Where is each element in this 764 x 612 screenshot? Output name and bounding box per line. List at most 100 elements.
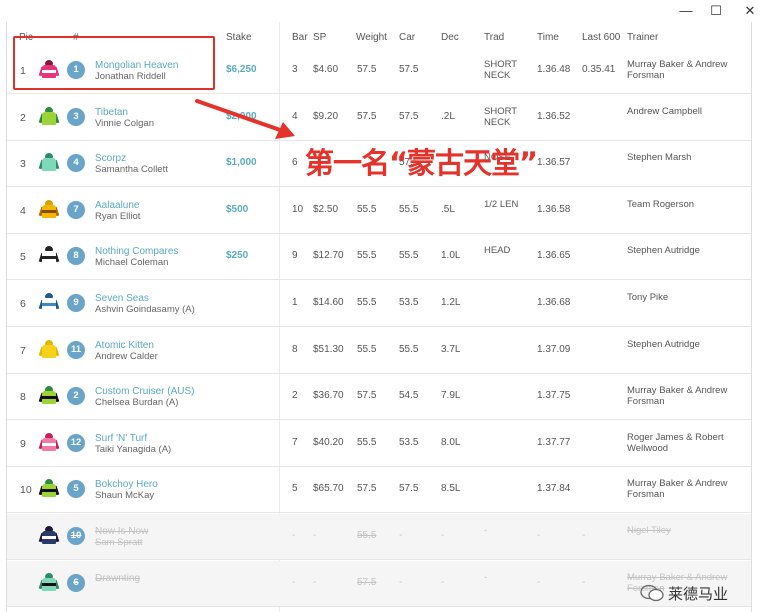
saddle-number-badge: 5 xyxy=(67,480,85,498)
trad-value: 1/2 LEN xyxy=(484,199,519,210)
jockey-name: Shaun McKay xyxy=(95,490,155,501)
jockey-name: Chelsea Burdan (A) xyxy=(95,397,179,408)
table-row[interactable]: 6 9 Seven Seas Ashvin Goindasamy (A) 1 $14.60… xyxy=(7,281,751,327)
saddle-number-badge: 9 xyxy=(67,294,85,312)
dec-value: 8.5L xyxy=(441,483,461,494)
sp-value: $65.70 xyxy=(313,483,344,494)
trad-value: SHORT NECK xyxy=(484,106,517,128)
horse-name-link[interactable]: Scorpz xyxy=(95,153,126,164)
barrier-value: 8 xyxy=(292,344,298,355)
trainer-name: Tony Pike xyxy=(627,292,669,303)
time-value: 1.37.75 xyxy=(537,390,571,401)
table-row[interactable]: 7 11 Atomic Kitten Andrew Calder 8 $51.30 55.5… xyxy=(7,328,751,374)
weight-value: 57.5 xyxy=(357,111,377,122)
sp-value: $51.30 xyxy=(313,344,344,355)
barrier-value: 3 xyxy=(292,64,298,75)
table-row[interactable]: 23TibetanVinnie Colgan$2,0004$9.2057.557… xyxy=(7,95,751,141)
jockey-silk-icon xyxy=(38,386,60,406)
barrier-value: - xyxy=(292,577,296,588)
saddle-number-badge: 10 xyxy=(67,527,85,545)
time-value: 1.36.68 xyxy=(537,297,571,308)
weight-value: 55.5 xyxy=(357,250,377,261)
jockey-silk-icon xyxy=(38,293,60,313)
finish-position: 6 xyxy=(20,298,26,310)
saddle-number-badge: 4 xyxy=(67,154,85,172)
weight-value: 55.5 xyxy=(357,344,377,355)
table-row[interactable]: 5 8 Nothing Compares Michael Coleman $250 9 $1… xyxy=(7,234,751,280)
header-car: Car xyxy=(399,32,416,43)
winner-highlight-box xyxy=(13,36,215,90)
jockey-silk-icon xyxy=(38,433,60,453)
jockey-silk-icon xyxy=(38,153,60,173)
saddle-number-badge: 2 xyxy=(67,387,85,405)
trainer-name: Murray Baker & Andrew Forsman xyxy=(627,385,728,407)
dec-value: - xyxy=(441,530,445,541)
saddle-number-badge: 11 xyxy=(67,341,85,359)
carried-value: 55.5 xyxy=(399,204,419,215)
stake-value: $500 xyxy=(226,204,249,215)
trainer-name: Roger James & Robert Wellwood xyxy=(627,432,724,454)
header-bar: Bar xyxy=(292,32,308,43)
last600-value: 0.35.41 xyxy=(582,64,616,75)
chat-bubble-icon xyxy=(640,584,664,602)
dec-value: 7.9L xyxy=(441,390,461,401)
trainer-name: Andrew Campbell xyxy=(627,106,702,117)
annotation-arrow-icon xyxy=(195,99,295,139)
saddle-number-badge: 3 xyxy=(67,108,85,126)
carried-value: 55.5 xyxy=(399,344,419,355)
jockey-name: Taiki Yanagida (A) xyxy=(95,444,172,455)
close-button[interactable]: ✕ xyxy=(740,3,760,19)
carried-value: 57.5 xyxy=(399,111,419,122)
sp-value: $36.70 xyxy=(313,390,344,401)
header-weight: Weight xyxy=(356,32,387,43)
horse-name-link[interactable]: Seven Seas xyxy=(95,293,149,304)
sp-value: $9.20 xyxy=(313,111,339,122)
minimize-button[interactable]: — xyxy=(676,3,696,18)
horse-name-link[interactable]: Drawnting xyxy=(95,573,140,584)
horse-name-link[interactable]: Custom Cruiser (AUS) xyxy=(95,386,194,397)
sp-value: $12.70 xyxy=(313,250,344,261)
saddle-number-badge: 6 xyxy=(67,574,85,592)
weight-value: 55.5 xyxy=(357,204,377,215)
finish-position: 4 xyxy=(20,205,26,217)
finish-position: 9 xyxy=(20,438,26,450)
maximize-button[interactable]: ☐ xyxy=(706,3,726,19)
jockey-name: Michael Coleman xyxy=(95,257,169,268)
barrier-value: - xyxy=(292,530,296,541)
dec-value: 8.0L xyxy=(441,437,461,448)
table-row[interactable]: 10 5 Bokchoy Hero Shaun McKay 5 $65.70 57.5 57.… xyxy=(7,467,751,513)
dec-value: 3.7L xyxy=(441,344,461,355)
barrier-value: 1 xyxy=(292,297,298,308)
trainer-name: Team Rogerson xyxy=(627,199,695,210)
table-row[interactable]: 8 2 Custom Cruiser (AUS) Chelsea Burdan (A)… xyxy=(7,374,751,420)
header-trad: Trad xyxy=(484,32,505,43)
finish-position: 8 xyxy=(20,391,26,403)
horse-name-link[interactable]: Bokchoy Hero xyxy=(95,479,158,490)
jockey-silk-icon xyxy=(38,200,60,220)
horse-name-link[interactable]: Atomic Kitten xyxy=(95,340,154,351)
horse-name-link[interactable]: Tibetan xyxy=(95,107,128,118)
sp-value: $40.20 xyxy=(313,437,344,448)
jockey-silk-icon xyxy=(38,526,60,546)
carried-value: 55.5 xyxy=(399,250,419,261)
horse-name-link[interactable]: Now Is Now xyxy=(95,526,148,537)
horse-name-link[interactable]: Aalaalune xyxy=(95,200,139,211)
jockey-silk-icon xyxy=(38,107,60,127)
trainer-name: Stephen Autridge xyxy=(627,339,700,350)
weight-value: 55.5 xyxy=(357,437,377,448)
header-time: Time xyxy=(537,32,559,43)
barrier-value: 9 xyxy=(292,250,298,261)
time-value: 1.36.52 xyxy=(537,111,571,122)
barrier-value: 10 xyxy=(292,204,304,215)
saddle-number-badge: 7 xyxy=(67,201,85,219)
horse-name-link[interactable]: Nothing Compares xyxy=(95,246,178,257)
scratched-row[interactable]: 10 Now Is Now Sam Spratt - - 55.5 - - - - - Nigel T… xyxy=(7,514,751,560)
jockey-name: Ashvin Goindasamy (A) xyxy=(95,304,195,315)
sp-value: $2.50 xyxy=(313,204,339,215)
horse-name-link[interactable]: Surf 'N' Turf xyxy=(95,433,147,444)
weight-value: 57.5 xyxy=(357,64,377,75)
table-row[interactable]: 4 7 Aalaalune Ryan Elliot $500 10 $2.50 55.5 55.… xyxy=(7,188,751,234)
weight-value: 55.5 xyxy=(357,530,377,541)
weight-value: 57.5 xyxy=(357,483,377,494)
table-row[interactable]: 9 12 Surf 'N' Turf Taiki Yanagida (A) 7 $40.2… xyxy=(7,421,751,467)
